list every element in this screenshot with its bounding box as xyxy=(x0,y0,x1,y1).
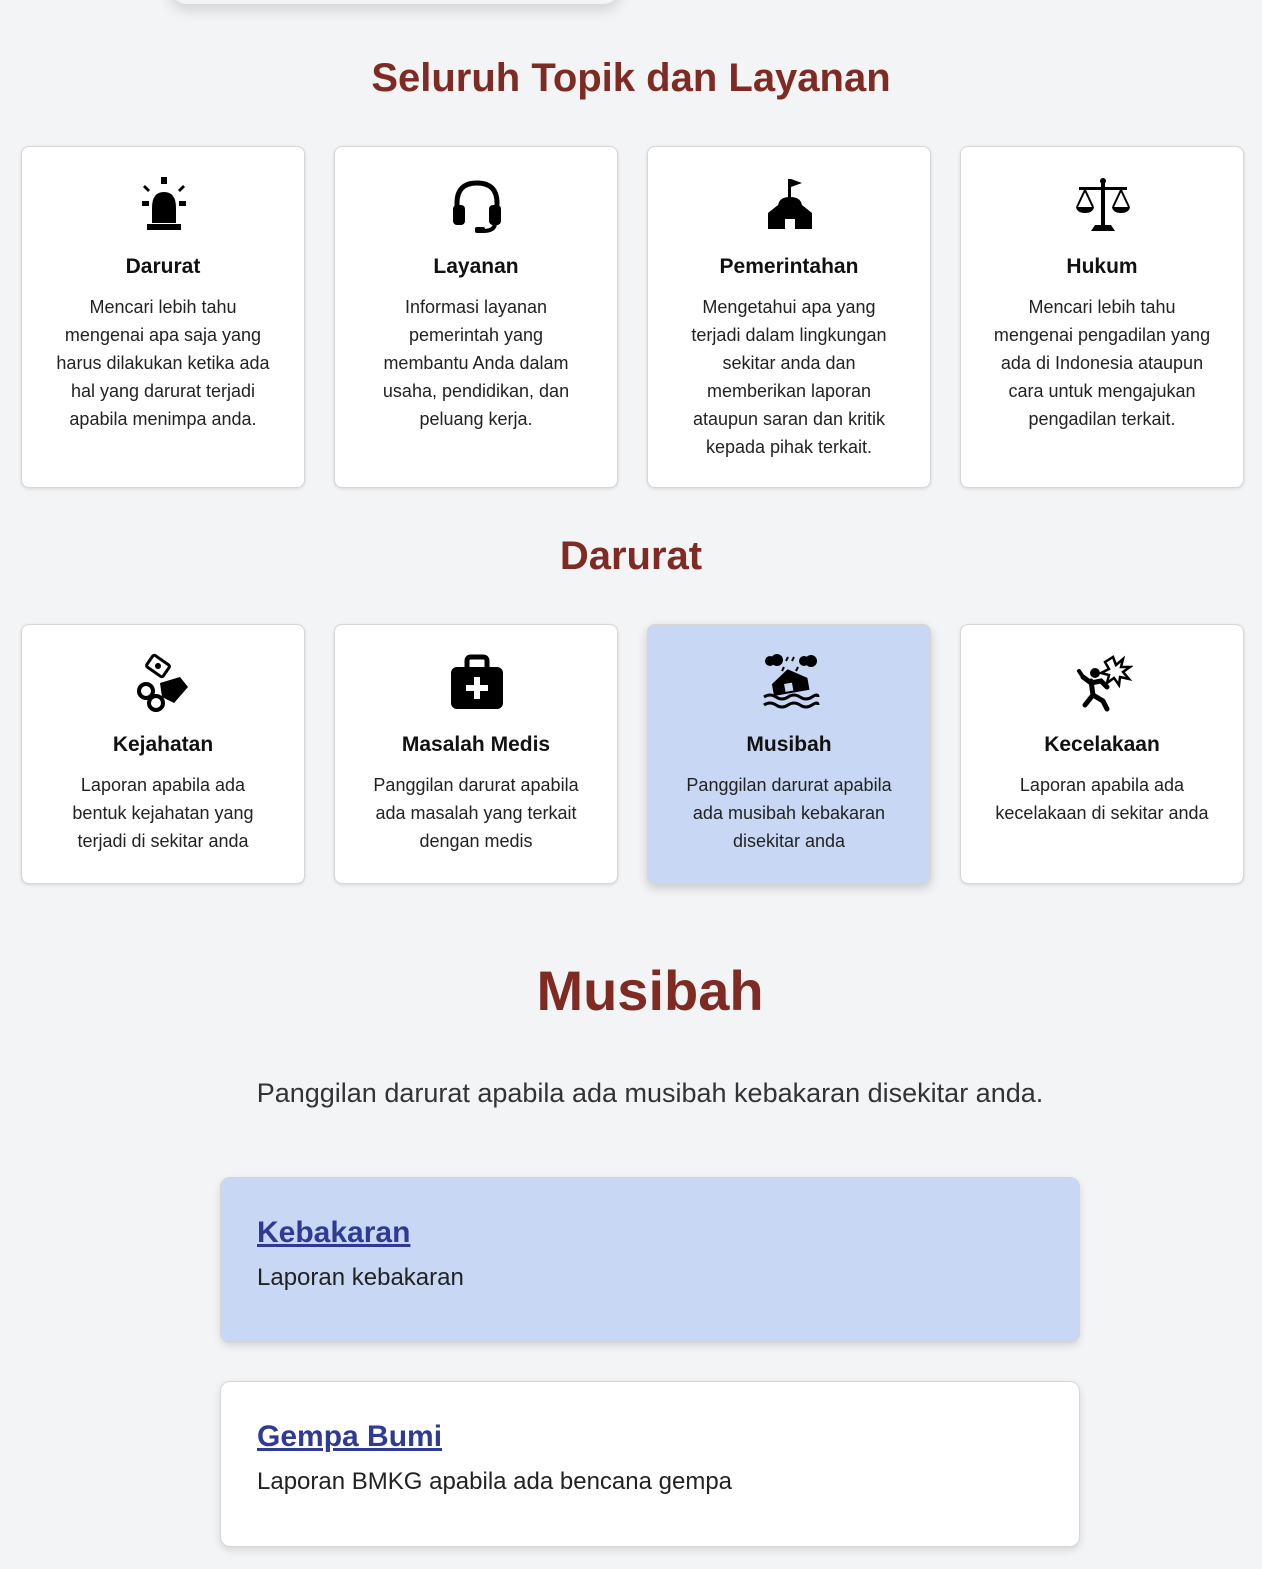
card-title: Kejahatan xyxy=(112,733,214,756)
report-description: Laporan kebakaran xyxy=(257,1264,464,1291)
topic-card-darurat[interactable]: Darurat Mencari lebih tahu mengenai apa … xyxy=(21,146,305,488)
report-link-gempa-bumi[interactable]: Gempa Bumi xyxy=(257,1420,442,1454)
card-title: Kecelakaan xyxy=(1044,733,1160,756)
darurat-card-masalah-medis[interactable]: Masalah Medis Panggilan darurat apabila … xyxy=(334,624,618,884)
card-description: Laporan apabila ada kecelakaan di sekita… xyxy=(995,775,1209,823)
darurat-card-kecelakaan[interactable]: Kecelakaan Laporan apabila ada kecelakaa… xyxy=(960,624,1244,884)
scales-icon xyxy=(1073,175,1133,235)
card-title: Masalah Medis xyxy=(401,733,551,756)
handcuffs-money-icon xyxy=(134,653,194,713)
medical-kit-icon xyxy=(447,653,507,713)
topics-heading: Seluruh Topik dan Layanan xyxy=(371,56,891,100)
darurat-card-kejahatan[interactable]: Kejahatan Laporan apabila ada bentuk kej… xyxy=(21,624,305,884)
card-description: Mengetahui apa yang terjadi dalam lingku… xyxy=(691,297,887,457)
headset-icon xyxy=(447,175,507,235)
card-title: Pemerintahan xyxy=(719,255,859,278)
card-title: Musibah xyxy=(746,733,832,756)
topic-card-pemerintahan[interactable]: Pemerintahan Mengetahui apa yang terjadi… xyxy=(647,146,931,488)
card-description: Panggilan darurat apabila ada musibah ke… xyxy=(686,775,892,851)
card-description: Informasi layanan pemerintah yang memban… xyxy=(382,297,570,429)
report-description: Laporan BMKG apabila ada bencana gempa xyxy=(257,1468,733,1495)
siren-icon xyxy=(134,175,194,235)
card-title: Hukum xyxy=(1066,255,1138,278)
musibah-intro: Panggilan darurat apabila ada musibah ke… xyxy=(256,1078,1044,1108)
darurat-card-musibah[interactable]: Musibah Panggilan darurat apabila ada mu… xyxy=(647,624,931,884)
report-link-kebakaran[interactable]: Kebakaran xyxy=(257,1216,410,1250)
darurat-heading: Darurat xyxy=(559,534,703,578)
report-card-kebakaran[interactable]: Kebakaran Laporan kebakaran xyxy=(220,1177,1080,1343)
card-description: Laporan apabila ada bentuk kejahatan yan… xyxy=(72,775,254,851)
government-building-icon xyxy=(760,175,820,235)
musibah-heading: Musibah xyxy=(536,959,764,1022)
topic-card-hukum[interactable]: Hukum Mencari lebih tahu mengenai pengad… xyxy=(960,146,1244,488)
card-description: Panggilan darurat apabila ada masalah ya… xyxy=(373,775,579,851)
flood-house-icon xyxy=(760,653,820,713)
report-card-gempa-bumi[interactable]: Gempa Bumi Laporan BMKG apabila ada benc… xyxy=(220,1381,1080,1547)
search-bar-edge xyxy=(170,0,620,4)
card-description: Mencari lebih tahu mengenai pengadilan y… xyxy=(993,297,1211,429)
card-title: Darurat xyxy=(125,255,201,278)
topic-card-layanan[interactable]: Layanan Informasi layanan pemerintah yan… xyxy=(334,146,618,488)
card-title: Layanan xyxy=(433,255,519,278)
accident-icon xyxy=(1073,653,1133,713)
card-description: Mencari lebih tahu mengenai apa saja yan… xyxy=(56,297,270,429)
